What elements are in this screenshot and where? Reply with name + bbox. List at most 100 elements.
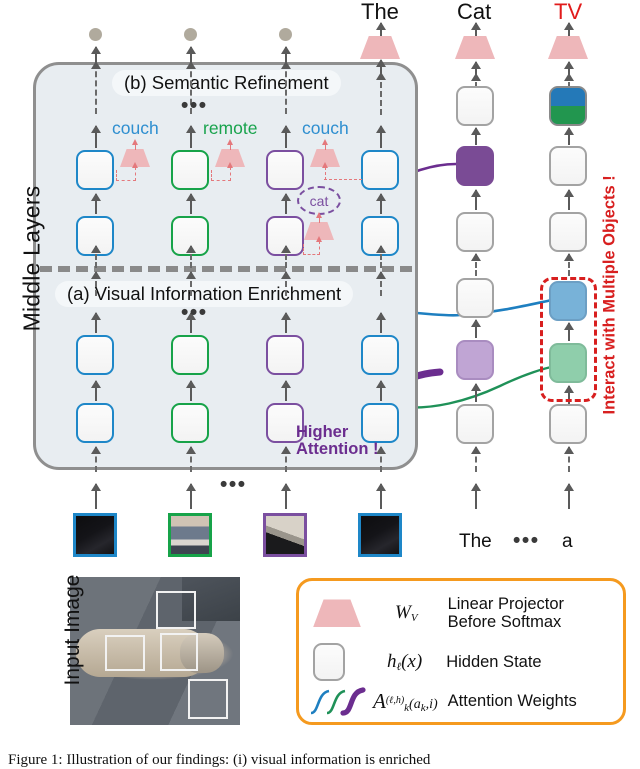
output-dot-2: [184, 28, 197, 41]
legend-symbol-a: A(ℓ,h)k(ak,i): [373, 689, 438, 714]
arrow-c6-r1: [563, 189, 574, 210]
arrow-c5-r4: [470, 383, 481, 402]
hidden-state-c2-r1: [171, 150, 209, 190]
image-patch-3[interactable]: [263, 513, 307, 557]
red-dash-v-c1: [134, 144, 136, 150]
legend-symbol-w: W: [395, 602, 411, 624]
red-dash-v-c4: [324, 144, 326, 150]
legend-row-attention: A(ℓ,h)k(ak,i) Attention Weights: [309, 687, 577, 716]
red-dash-h-c2: [211, 180, 231, 181]
output-dot-3: [279, 28, 292, 41]
dashed-c3-div2: [281, 271, 292, 296]
legend-symbol-a-arg3: ,i): [425, 696, 438, 712]
hidden-state-c4-r3: [361, 335, 399, 375]
hidden-state-c5-r4-lavender: [456, 340, 494, 380]
dashed-c6-r2: [564, 253, 575, 276]
dashed-c2-bottom: [186, 446, 197, 472]
red-dash-v-c2: [229, 144, 231, 150]
arrow-dot-2: [185, 46, 196, 62]
split-cell-bottom: [551, 106, 585, 124]
dashed-c1-div2: [91, 271, 102, 296]
arrow-out-the: [375, 22, 386, 36]
red-dash-h-cat: [303, 254, 320, 255]
arrow-c5-r0: [470, 127, 481, 145]
arrow-c4-r1-up: [375, 125, 386, 148]
section-b-caption: (b) Semantic Refinement: [112, 70, 341, 96]
legend-symbol-a-arg: (a: [409, 696, 421, 712]
arrow-c1-r3-up: [90, 312, 101, 333]
higher-attention-line1: Higher Attention !: [296, 423, 379, 459]
arrow-c5-r3: [470, 319, 481, 338]
hidden-state-c6-r5: [549, 404, 587, 444]
red-dash-v2-c2: [229, 167, 231, 181]
hidden-state-c3-r3: [266, 335, 304, 375]
patch-thumb-dark-1: [76, 516, 114, 554]
patch-thumb-remote: [171, 516, 209, 554]
arrow-c3-r1-up: [280, 125, 291, 148]
hidden-state-c1-r4: [76, 403, 114, 443]
legend-text-attention: Attention Weights: [447, 691, 577, 710]
red-dash-corner-c1: [116, 170, 117, 181]
red-dash-corner-c2: [211, 170, 212, 181]
patch-thumb-catface: [266, 516, 304, 554]
higher-attention-label: Higher Attention !: [296, 423, 392, 459]
token-word-the: The: [459, 531, 492, 552]
bbox-remote: [105, 635, 145, 671]
dashed-c4-div2: [376, 271, 387, 296]
legend-symbol-h: hℓ(x): [387, 651, 422, 673]
arrow-patch-2: [185, 483, 196, 509]
legend-text-projector-l1: Linear Projector: [447, 595, 565, 613]
hidden-state-c4-r1: [361, 150, 399, 190]
legend-row-hidden-state: hℓ(x) Hidden State: [313, 643, 542, 681]
legend-text-hidden-state: Hidden State: [446, 652, 542, 671]
arrow-out-tv: [563, 22, 574, 36]
hidden-state-c6-r2: [549, 212, 587, 252]
bbox-catface: [160, 633, 198, 671]
arrow-c2-r4-up: [185, 380, 196, 401]
hidden-state-c5-r2: [456, 212, 494, 252]
dashed-c5-r2: [471, 253, 482, 276]
vocab-label-couch-1: couch: [112, 118, 159, 138]
arrow-dot-1: [90, 46, 101, 62]
red-dash-v-cat: [318, 217, 320, 223]
legend-symbol-h-base: h: [387, 651, 397, 672]
hidden-state-c6-r0-split: [549, 86, 587, 126]
hidden-state-c5-r3: [456, 278, 494, 318]
ellipsis-tokens: •••: [513, 529, 540, 552]
arrow-c5-r1: [470, 189, 481, 210]
ellipsis-patches: •••: [220, 473, 247, 496]
legend-symbol-h-arg: (x): [401, 651, 423, 672]
dashed-up-4: [376, 72, 387, 115]
cat-token-bubble: cat: [297, 186, 341, 215]
dashed-c6-bottom: [564, 446, 575, 472]
output-dot-1: [89, 28, 102, 41]
image-patch-4[interactable]: [358, 513, 402, 557]
dashed-c2-div2: [186, 271, 197, 296]
arrow-c4-r3-up: [375, 312, 386, 333]
interact-highlight-box: [540, 277, 597, 402]
dashed-up-1: [91, 61, 102, 114]
dashed-c2-div: [186, 245, 197, 268]
red-dash-v2-c1: [134, 167, 136, 181]
input-image-thumbnail[interactable]: [70, 577, 240, 725]
hidden-state-c5-r1-purple: [456, 146, 494, 186]
token-word-a: a: [562, 531, 573, 552]
arrow-c3-r2-up: [280, 193, 291, 214]
red-dash-corner-cat: [303, 244, 304, 255]
arrow-c1-r2-up: [90, 193, 101, 214]
image-patch-2[interactable]: [168, 513, 212, 557]
trapezoid-icon: [313, 599, 361, 628]
dashed-c3-div: [281, 245, 292, 268]
red-dash-h-c4: [324, 179, 362, 180]
hidden-state-c5-r5: [456, 404, 494, 444]
red-arrow2-c1: [131, 162, 138, 168]
split-cell-top: [551, 88, 585, 106]
input-image-label: Input Image: [61, 574, 84, 686]
bbox-dark-top: [156, 591, 196, 629]
legend-symbol-a-base: A: [373, 688, 386, 713]
red-dash-h-c1: [116, 180, 136, 181]
bbox-dark-bottom: [188, 679, 228, 719]
legend-row-projector: WV Linear Projector Before Softmax: [313, 595, 564, 632]
ellipsis-mid: •••: [181, 301, 208, 324]
arrow-c2-r2-up: [185, 193, 196, 214]
